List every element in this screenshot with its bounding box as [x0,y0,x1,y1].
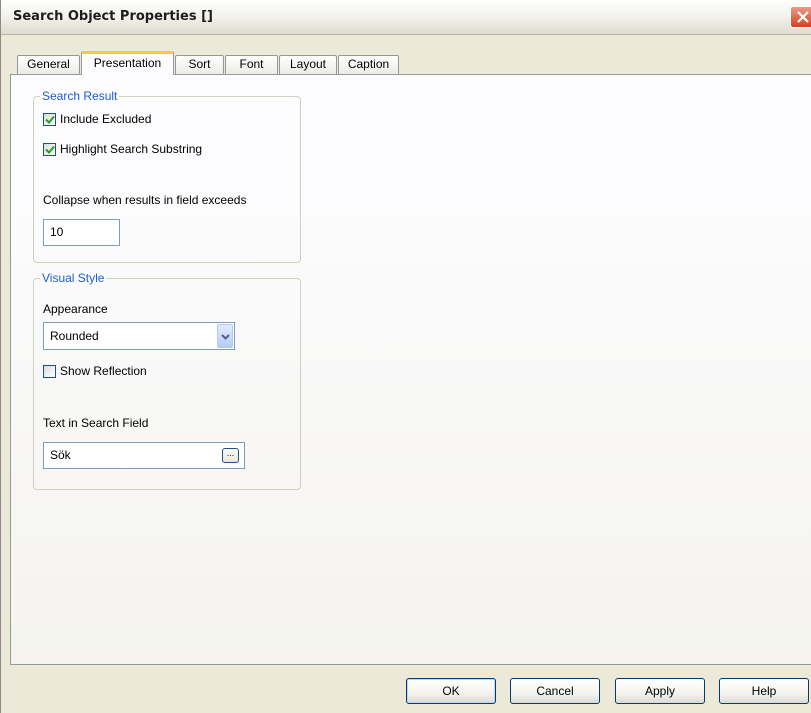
window-title: Search Object Properties [] [13,9,213,24]
include-excluded-checkbox-box[interactable] [43,112,56,126]
ellipsis-button[interactable]: ... [222,448,239,463]
search-result-group-title: Search Result [40,89,120,103]
highlight-substring-label: Highlight Search Substring [60,142,203,156]
include-excluded-checkbox[interactable]: Include Excluded [43,111,151,127]
search-text-label: Text in Search Field [43,416,149,430]
close-button[interactable] [790,6,811,28]
tab-caption[interactable]: Caption [338,55,399,74]
tab-layout[interactable]: Layout [279,55,337,74]
apply-button[interactable]: Apply [615,678,705,704]
search-text-value: Sök [50,448,71,462]
show-reflection-label: Show Reflection [60,364,147,378]
visual-style-group-title: Visual Style [40,271,107,285]
appearance-label: Appearance [43,302,108,316]
tab-font[interactable]: Font [225,55,278,74]
search-text-field[interactable]: Sök ... [43,442,245,469]
include-excluded-label: Include Excluded [60,112,152,126]
show-reflection-checkbox-box[interactable] [43,364,56,378]
visual-style-group: Visual Style Appearance Rounded Show Ref… [33,271,301,490]
properties-dialog: Search Object Properties [] General Pres… [0,0,811,713]
tab-panel-presentation: Search Result Include Excluded Highlight… [10,74,811,665]
chevron-down-icon [221,334,230,340]
show-reflection-checkbox[interactable]: Show Reflection [43,363,147,379]
ok-button[interactable]: OK [406,678,496,704]
tab-general[interactable]: General [17,55,80,74]
tab-presentation[interactable]: Presentation [81,51,174,75]
highlight-substring-checkbox[interactable]: Highlight Search Substring [43,141,202,157]
title-bar[interactable]: Search Object Properties [] [1,0,811,35]
search-result-group: Search Result Include Excluded Highlight… [33,89,301,263]
appearance-select[interactable]: Rounded [43,322,235,350]
appearance-dropdown-button[interactable] [217,324,233,348]
close-icon [797,11,809,23]
appearance-select-value: Rounded [50,329,99,343]
highlight-substring-checkbox-box[interactable] [43,142,56,156]
collapse-threshold-input[interactable]: 10 [43,219,120,246]
checkmark-icon [45,145,55,154]
checkmark-icon [45,115,55,124]
tab-sort[interactable]: Sort [175,55,224,74]
cancel-button[interactable]: Cancel [510,678,600,704]
collapse-label: Collapse when results in field exceeds [43,193,247,207]
help-button[interactable]: Help [719,678,809,704]
